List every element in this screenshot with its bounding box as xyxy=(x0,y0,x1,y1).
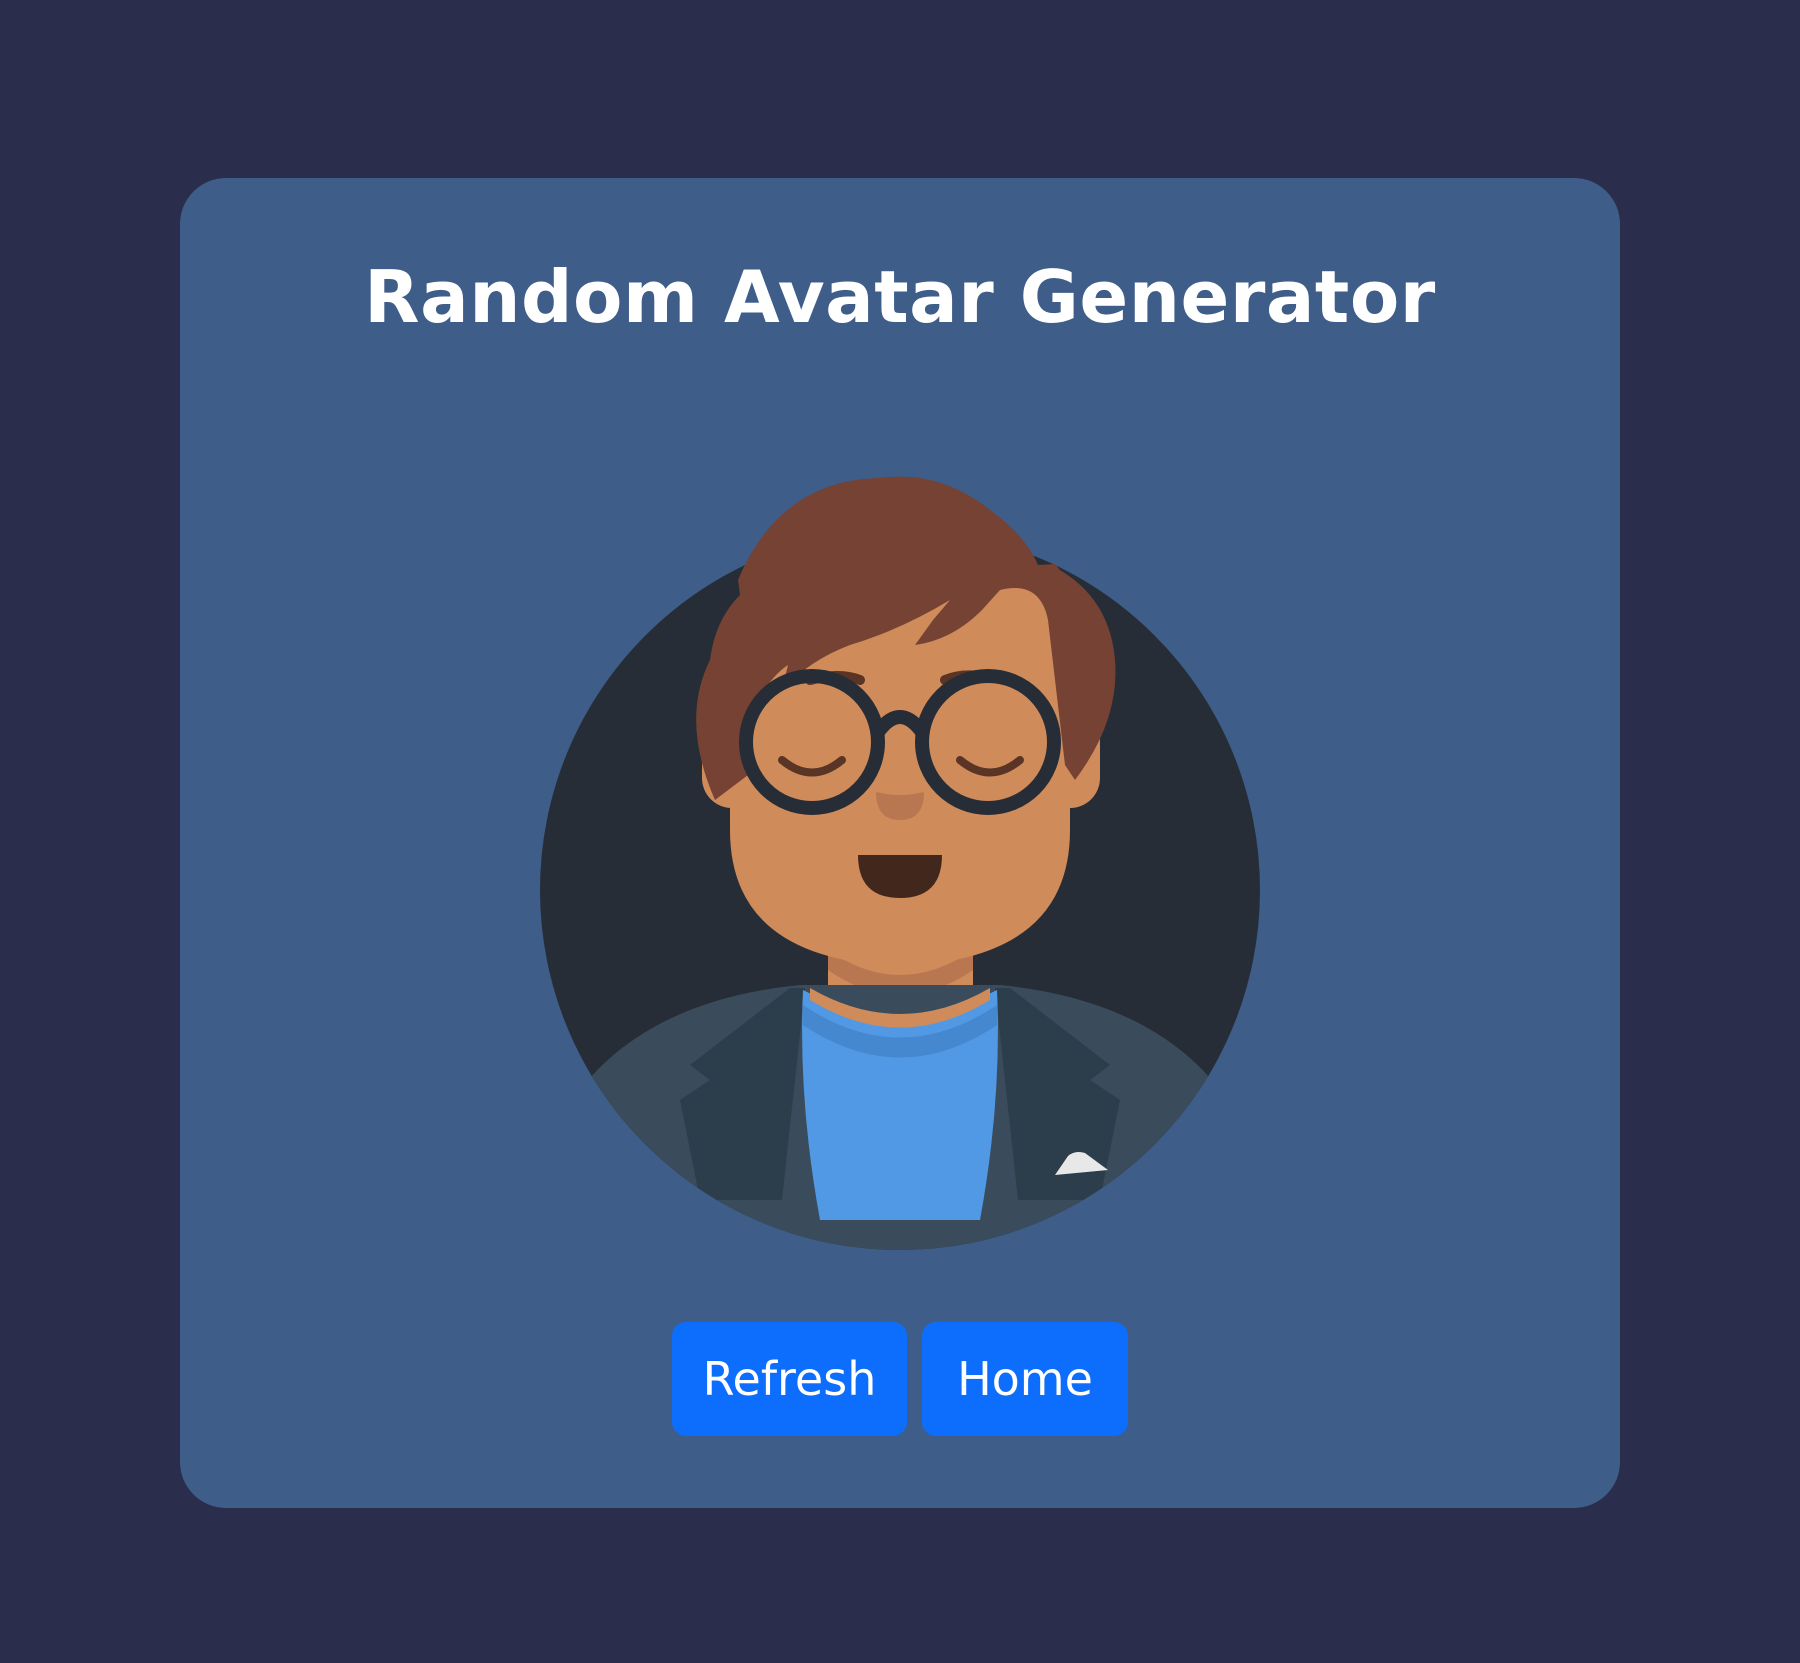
home-button[interactable]: Home xyxy=(922,1322,1128,1436)
action-buttons: Refresh Home xyxy=(672,1322,1128,1436)
refresh-button[interactable]: Refresh xyxy=(672,1322,907,1436)
avatar-image xyxy=(540,476,1260,1250)
page-title: Random Avatar Generator xyxy=(364,255,1436,339)
